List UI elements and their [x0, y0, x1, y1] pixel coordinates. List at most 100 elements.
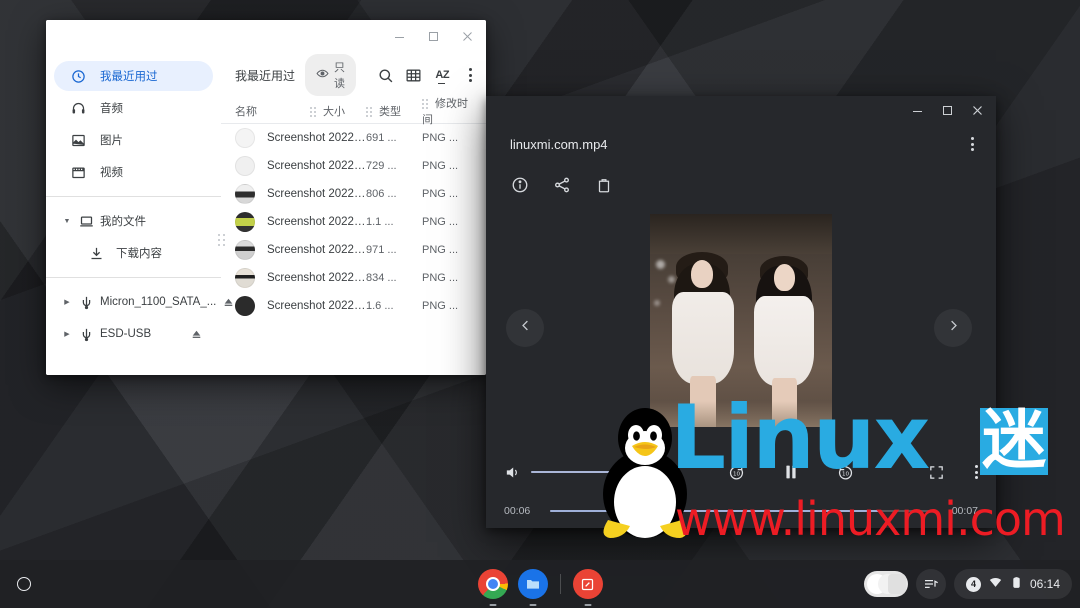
- total-time-label: 00:07: [951, 505, 978, 517]
- share-icon[interactable]: [552, 175, 572, 195]
- column-resize-grip[interactable]: [310, 106, 316, 117]
- sidebar-item-recent[interactable]: 我最近用过: [54, 61, 213, 91]
- notification-count-badge[interactable]: 4: [965, 576, 981, 592]
- headphones-icon: [70, 100, 86, 116]
- pause-button[interactable]: [780, 461, 802, 483]
- sidebar-resize-handle[interactable]: [216, 232, 226, 248]
- previous-video-button[interactable]: [506, 309, 544, 347]
- seek-slider[interactable]: [550, 510, 932, 512]
- delete-icon[interactable]: [594, 175, 614, 195]
- chevron-right-icon: [946, 318, 961, 338]
- current-time-label: 00:06: [504, 505, 531, 517]
- search-icon[interactable]: [376, 60, 395, 90]
- sidebar-item-audio[interactable]: 音频: [54, 93, 213, 123]
- table-row[interactable]: Screenshot 2022-02-19 ... 729 ... PNG ..…: [221, 152, 486, 180]
- sidebar-item-videos[interactable]: 视频: [54, 157, 213, 187]
- file-list-rows: Screenshot 2022-02-19 ... 691 ... PNG ..…: [221, 124, 486, 375]
- playlist-icon[interactable]: [915, 569, 946, 599]
- shelf-divider: [559, 574, 561, 594]
- files-sidebar: 我最近用过 音频 图片 视频 ▼ 我的文件 下载内容 ▶ Micron_1100…: [46, 52, 233, 375]
- file-thumbnail: [235, 212, 255, 232]
- files-titlebar: [46, 20, 486, 52]
- file-name: Screenshot 2022-02-19 ...: [267, 244, 366, 256]
- chrome-icon[interactable]: [477, 569, 508, 606]
- table-row[interactable]: Screenshot 2022-02-19 ... 1.1 ... PNG ..…: [221, 208, 486, 236]
- clock-icon: [70, 68, 86, 84]
- current-location-label: 我最近用过: [235, 68, 296, 83]
- chevron-right-icon[interactable]: ▶: [62, 298, 72, 306]
- volume-slider[interactable]: [531, 471, 623, 473]
- sidebar-divider: [46, 196, 221, 197]
- table-row[interactable]: Screenshot 2022-02-19 ... 806 ... PNG ..…: [221, 180, 486, 208]
- column-header-type[interactable]: 类型: [366, 103, 422, 119]
- column-header-name[interactable]: 名称: [235, 103, 310, 119]
- eject-icon[interactable]: [190, 328, 203, 341]
- next-video-button[interactable]: [934, 309, 972, 347]
- fullscreen-icon[interactable]: [928, 464, 945, 481]
- file-thumbnail: [235, 156, 255, 176]
- image-icon: [70, 132, 86, 148]
- files-minimize-button[interactable]: [382, 21, 416, 51]
- chevron-right-icon[interactable]: ▶: [62, 330, 72, 338]
- battery-icon[interactable]: [1010, 576, 1023, 592]
- video-maximize-button[interactable]: [932, 97, 962, 123]
- column-resize-grip[interactable]: [366, 106, 372, 117]
- video-filename: linuxmi.com.mp4: [510, 136, 608, 152]
- clock-time[interactable]: 06:14: [1030, 577, 1060, 591]
- video-stage[interactable]: [486, 206, 996, 450]
- info-icon[interactable]: [510, 175, 530, 195]
- sidebar-item-images[interactable]: 图片: [54, 125, 213, 155]
- replay-10-icon[interactable]: 10: [727, 463, 746, 482]
- column-resize-grip[interactable]: [422, 98, 428, 109]
- file-size: 691 ...: [366, 132, 397, 144]
- svg-text:10: 10: [733, 471, 741, 477]
- laptop-icon: [78, 213, 94, 229]
- table-row[interactable]: Screenshot 2022-02-19 ... 834 ... PNG ..…: [221, 264, 486, 292]
- video-player-window: linuxmi.com.mp4 10 10 00:06 00:07: [486, 96, 996, 528]
- window-preview-icon[interactable]: [863, 571, 908, 597]
- sidebar-item-label: 视频: [100, 167, 123, 179]
- file-size: 971 ...: [366, 244, 397, 256]
- file-type: PNG ...: [422, 216, 459, 228]
- file-name: Screenshot 2022-02-19 ...: [267, 216, 366, 228]
- svg-text:10: 10: [842, 471, 850, 477]
- files-folder-icon[interactable]: [517, 569, 548, 606]
- table-row[interactable]: Screenshot 2022-02-19 ... 1.6 ... PNG ..…: [221, 292, 486, 320]
- forward-10-icon[interactable]: 10: [836, 463, 855, 482]
- sidebar-item-downloads[interactable]: 下载内容: [54, 238, 213, 268]
- chevron-down-icon[interactable]: ▼: [62, 218, 72, 225]
- volume-control[interactable]: [504, 464, 654, 481]
- more-vertical-icon[interactable]: [462, 60, 481, 90]
- files-body: 我最近用过 音频 图片 视频 ▼ 我的文件 下载内容 ▶ Micron_1100…: [46, 52, 486, 375]
- screen-capture-icon[interactable]: [572, 569, 603, 606]
- system-tray: 4 06:14: [863, 569, 1072, 599]
- more-vertical-icon[interactable]: [975, 465, 978, 479]
- file-thumbnail: [235, 184, 255, 204]
- shelf: 4 06:14: [0, 560, 1080, 608]
- wifi-icon[interactable]: [988, 575, 1003, 593]
- status-area[interactable]: 4 06:14: [953, 569, 1072, 599]
- sort-az-icon[interactable]: AZ: [433, 60, 452, 90]
- table-row[interactable]: Screenshot 2022-02-19 ... 971 ... PNG ..…: [221, 236, 486, 264]
- video-content[interactable]: [650, 214, 832, 427]
- video-close-button[interactable]: [962, 97, 992, 123]
- files-close-button[interactable]: [450, 21, 484, 51]
- sidebar-item-label: ESD-USB: [100, 328, 152, 340]
- sidebar-item-micron-usb[interactable]: ▶ Micron_1100_SATA_...: [54, 287, 233, 317]
- grid-view-icon[interactable]: [405, 60, 424, 90]
- video-minimize-button[interactable]: [902, 97, 932, 123]
- file-type: PNG ...: [422, 160, 459, 172]
- files-maximize-button[interactable]: [416, 21, 450, 51]
- column-header-size[interactable]: 大小: [310, 103, 366, 119]
- table-row[interactable]: Screenshot 2022-02-19 ... 691 ... PNG ..…: [221, 124, 486, 152]
- more-vertical-icon[interactable]: [962, 134, 982, 154]
- sidebar-item-esd-usb[interactable]: ▶ ESD-USB: [54, 319, 213, 349]
- video-titlebar: [486, 96, 996, 124]
- file-type: PNG ...: [422, 272, 459, 284]
- file-thumbnail: [235, 268, 255, 288]
- sidebar-item-my-files[interactable]: ▼ 我的文件: [54, 206, 213, 236]
- eject-icon[interactable]: [222, 296, 235, 309]
- volume-icon[interactable]: [504, 464, 521, 481]
- figure-right-dress: [754, 296, 814, 386]
- column-header-date[interactable]: 修改时间: [422, 95, 478, 127]
